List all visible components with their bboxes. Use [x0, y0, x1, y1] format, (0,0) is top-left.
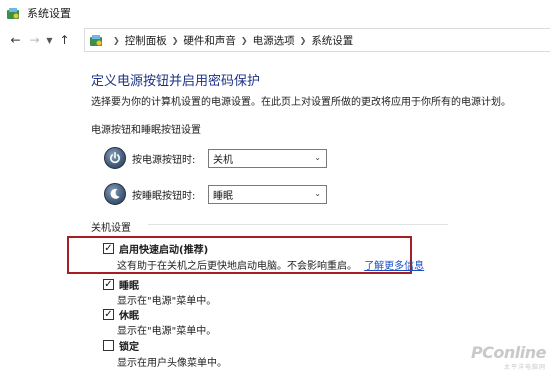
checkmark-icon: ✓ — [104, 308, 113, 320]
forward-button[interactable]: → — [25, 30, 44, 50]
breadcrumb-separator-icon: ❯ — [299, 35, 307, 45]
breadcrumb-separator-icon: ❯ — [171, 35, 179, 45]
sleep-moon-icon — [104, 183, 126, 205]
power-button-label: 按电源按钮时: — [132, 154, 196, 166]
page-title: 定义电源按钮并启用密码保护 — [91, 74, 261, 89]
navigation-bar: ← → ▼ ↑ ❯ 控制面板 ❯ 硬件和声音 ❯ 电源选项 ❯ 系统设置 — [0, 28, 550, 52]
section-divider — [148, 224, 448, 225]
chevron-down-icon: ⌄ — [314, 188, 321, 198]
control-panel-icon — [89, 33, 104, 48]
breadcrumb-separator-icon: ❯ — [113, 35, 120, 45]
watermark-logo: PConline — [470, 343, 547, 362]
arrow-left-icon: ← — [10, 33, 21, 47]
power-button-select[interactable]: 关机 ⌄ — [208, 148, 327, 168]
breadcrumb-item-power-options[interactable]: 电源选项 — [253, 33, 295, 48]
watermark-subtitle: 太平洋电脑网 — [503, 364, 546, 371]
recent-locations-button[interactable]: ▼ — [44, 30, 55, 50]
lock-option[interactable]: 锁定 — [103, 338, 139, 353]
up-button[interactable]: ↑ — [55, 30, 74, 50]
hibernate-option[interactable]: ✓ 休眠 — [103, 307, 139, 322]
breadcrumb-item-hardware-sound[interactable]: 硬件和声音 — [183, 33, 236, 48]
sleep-label: 睡眠 — [119, 281, 139, 292]
control-panel-icon — [6, 6, 21, 21]
main-content: 定义电源按钮并启用密码保护 选择要为你的计算机设置的电源设置。在此页上对设置所做… — [91, 70, 531, 108]
sleep-option[interactable]: ✓ 睡眠 — [103, 277, 139, 292]
sleep-button-select[interactable]: 睡眠 ⌄ — [208, 184, 327, 204]
arrow-right-icon: → — [29, 33, 40, 47]
breadcrumb-separator-icon: ❯ — [240, 35, 248, 45]
power-icon — [104, 147, 126, 169]
sleep-button-setting: 按睡眠按钮时: 睡眠 ⌄ — [104, 183, 327, 205]
sleep-checkbox[interactable]: ✓ — [103, 279, 114, 290]
fast-startup-description: 这有助于在关机之后更快地启动电脑。不会影响重启。 了解更多信息 — [117, 257, 424, 272]
sleep-button-label: 按睡眠按钮时: — [132, 190, 196, 202]
fast-startup-checkbox[interactable]: ✓ — [103, 243, 114, 254]
hibernate-label: 休眠 — [119, 311, 139, 322]
window-title: 系统设置 — [27, 7, 71, 20]
hibernate-checkbox[interactable]: ✓ — [103, 309, 114, 320]
power-button-setting: 按电源按钮时: 关机 ⌄ — [104, 147, 327, 169]
fast-startup-option[interactable]: ✓ 启用快速启动(推荐) — [103, 241, 208, 256]
sleep-button-select-value: 睡眠 — [213, 190, 233, 202]
lock-description: 显示在用户头像菜单中。 — [117, 358, 227, 369]
fast-startup-label: 启用快速启动(推荐) — [119, 245, 209, 256]
sleep-description: 显示在"电源"菜单中。 — [117, 296, 217, 307]
fast-startup-description-text: 这有助于在关机之后更快地启动电脑。不会影响重启。 — [117, 261, 357, 272]
back-button[interactable]: ← — [6, 30, 25, 50]
checkmark-icon: ✓ — [104, 278, 113, 290]
chevron-down-icon: ▼ — [46, 35, 53, 45]
lock-label: 锁定 — [119, 342, 139, 353]
page-description: 选择要为你的计算机设置的电源设置。在此页上对设置所做的更改将应用于你所有的电源计… — [91, 97, 511, 108]
breadcrumb-item-system-settings[interactable]: 系统设置 — [311, 33, 353, 48]
breadcrumb-item-control-panel[interactable]: 控制面板 — [125, 33, 167, 48]
watermark: PConline 太平洋电脑网 — [470, 343, 547, 371]
arrow-up-icon: ↑ — [59, 33, 70, 47]
power-button-select-value: 关机 — [213, 154, 233, 166]
address-bar[interactable]: ❯ 控制面板 ❯ 硬件和声音 ❯ 电源选项 ❯ 系统设置 — [84, 28, 550, 52]
checkmark-icon: ✓ — [104, 242, 113, 254]
lock-checkbox[interactable] — [103, 340, 114, 351]
learn-more-link[interactable]: 了解更多信息 — [364, 261, 424, 272]
shutdown-section-title: 关机设置 — [91, 223, 131, 234]
chevron-down-icon: ⌄ — [314, 152, 321, 162]
power-buttons-section-title: 电源按钮和睡眠按钮设置 — [91, 125, 201, 136]
hibernate-description: 显示在"电源"菜单中。 — [117, 326, 217, 337]
title-bar: 系统设置 — [0, 0, 550, 26]
